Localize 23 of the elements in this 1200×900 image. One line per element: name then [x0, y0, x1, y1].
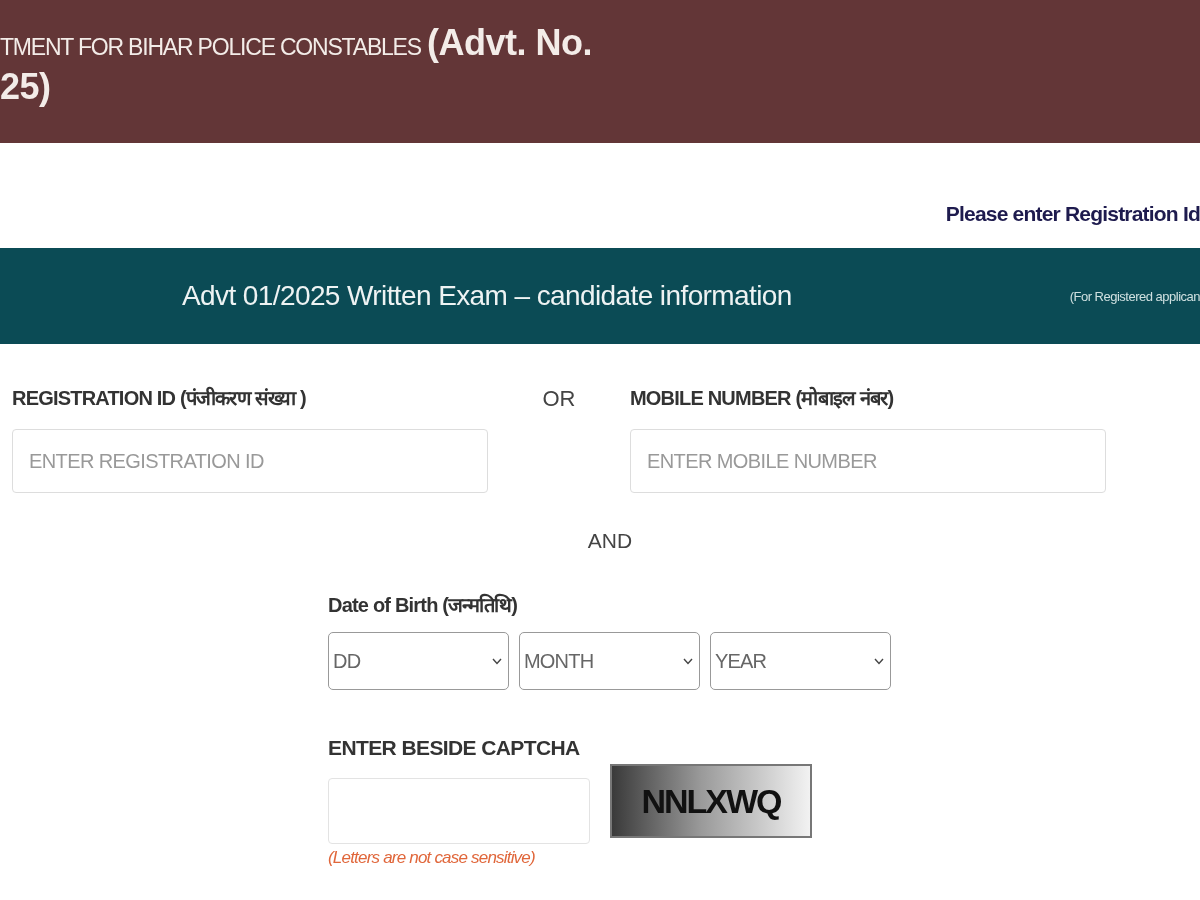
field-label: REGISTRATION ID (पंजीकरण संख्या )	[12, 385, 307, 411]
date-dropdown[interactable]: DD	[328, 632, 509, 690]
date-dropdown[interactable]: MONTH	[519, 632, 700, 690]
hint-text: (Letters are not case sensitive)	[328, 848, 535, 868]
section-title: Advt 01/2025 Written Exam – candidate information	[182, 280, 792, 312]
notice-text: Please enter Registration Id	[945, 201, 1200, 226]
field-label: ENTER BESIDE CAPTCHA	[328, 736, 580, 760]
section-note: (For Registered applican	[1069, 288, 1200, 304]
and-text: AND	[587, 529, 633, 553]
input-field[interactable]: ENTER MOBILE NUMBER	[630, 429, 1106, 493]
field-label: Date of Birth (जन्मतिथि)	[328, 592, 518, 618]
page-title: TMENT FOR BIHAR POLICE CONSTABLES	[0, 34, 421, 61]
input-field[interactable]	[328, 778, 590, 844]
page-title: 25)	[0, 66, 51, 108]
caret-icon	[874, 657, 884, 665]
input-field[interactable]: ENTER REGISTRATION ID	[12, 429, 488, 493]
date-dropdown[interactable]: YEAR	[710, 632, 891, 690]
page-title: (Advt. No.	[426, 22, 592, 64]
or-text: OR	[541, 385, 577, 412]
caret-icon	[683, 657, 693, 665]
captcha-code: NNLXWQ	[610, 764, 812, 838]
caret-icon	[492, 657, 502, 665]
field-label: MOBILE NUMBER (मोबाइल नंबर)	[630, 385, 895, 411]
